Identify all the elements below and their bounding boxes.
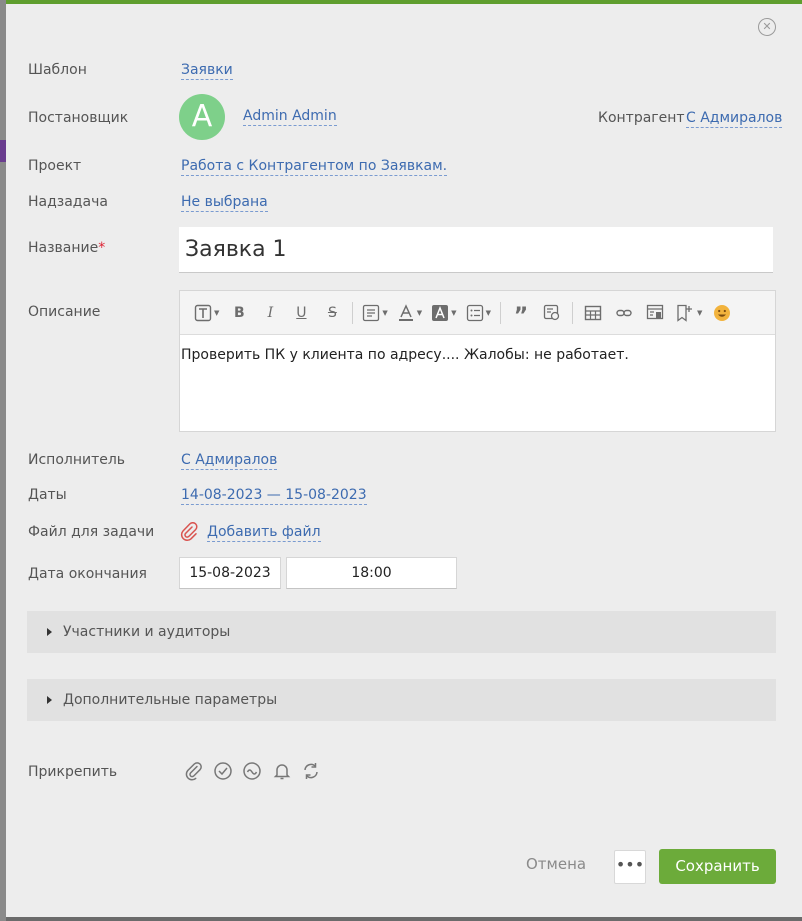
underline-icon: U [296, 304, 307, 321]
table-icon [584, 305, 602, 320]
title-label: Название* [28, 240, 106, 256]
italic-icon: I [267, 304, 274, 321]
background-color-button[interactable]: ▼ [431, 301, 457, 325]
executor-label: Исполнитель [28, 452, 126, 468]
dates-label: Даты [28, 487, 67, 503]
list-button[interactable]: ▼ [466, 301, 491, 325]
required-marker: * [98, 240, 106, 256]
bold-icon: B [234, 304, 245, 321]
toolbar-divider [352, 301, 354, 324]
font-color-icon [398, 303, 413, 321]
cancel-button[interactable]: Отмена [526, 855, 586, 873]
list-icon [466, 304, 483, 321]
media-icon [646, 304, 664, 319]
description-editor: ▼ B I U S ▼ ▼ ▼ ▼ ” ▼ Проверить ПК у кли… [179, 290, 776, 432]
file-label: Файл для задачи [28, 524, 155, 540]
timer-icon[interactable] [242, 761, 262, 781]
bold-button[interactable]: B [228, 301, 250, 325]
link-button[interactable] [613, 301, 635, 325]
underline-button[interactable]: U [290, 301, 312, 325]
assigner-label: Постановщик [28, 110, 129, 126]
attach-label: Прикрепить [28, 764, 118, 780]
template-link[interactable]: Заявки [181, 62, 233, 80]
end-date-input[interactable] [179, 557, 281, 589]
bell-icon[interactable] [272, 761, 292, 781]
code-icon [543, 304, 560, 320]
expand-triangle-icon [47, 696, 52, 704]
extra-params-section-label: Дополнительные параметры [63, 692, 278, 708]
avatar[interactable]: A [179, 94, 225, 140]
description-text[interactable]: Проверить ПК у клиента по адресу.... Жал… [180, 335, 775, 363]
end-time-input[interactable] [286, 557, 457, 589]
contractor-link[interactable]: С Адмиралов [686, 110, 783, 128]
code-button[interactable] [541, 301, 563, 325]
toolbar-divider [499, 301, 501, 324]
strikethrough-icon: S [327, 304, 337, 321]
task-form-modal: ✕ Шаблон Заявки Постановщик A Admin Admi… [6, 4, 802, 917]
add-file-link[interactable]: Добавить файл [207, 524, 321, 542]
italic-button[interactable]: I [259, 301, 281, 325]
paragraph-icon [363, 304, 380, 321]
more-options-button[interactable]: ••• [614, 850, 646, 884]
paperclip-icon[interactable] [180, 522, 198, 542]
text-style-icon [194, 304, 212, 321]
strikethrough-button[interactable]: S [321, 301, 343, 325]
background-color-icon [432, 304, 449, 321]
save-button[interactable]: Сохранить [659, 849, 776, 884]
checklist-icon[interactable] [213, 761, 233, 781]
title-input[interactable] [179, 227, 773, 273]
project-link[interactable]: Работа с Контрагентом по Заявкам. [181, 158, 448, 176]
editor-toolbar: ▼ B I U S ▼ ▼ ▼ ▼ ” ▼ [180, 291, 775, 335]
repeat-icon[interactable] [301, 761, 321, 781]
bookmark-button[interactable]: ▼ [675, 301, 702, 325]
dates-link[interactable]: 14-08-2023 — 15-08-2023 [181, 487, 367, 505]
executor-link[interactable]: С Адмиралов [181, 452, 278, 470]
expand-triangle-icon [47, 628, 52, 636]
table-button[interactable] [582, 301, 604, 325]
template-label: Шаблон [28, 62, 87, 78]
contractor-label: Контрагент [598, 110, 685, 126]
paragraph-button[interactable]: ▼ [362, 301, 388, 325]
assigner-link[interactable]: Admin Admin [243, 108, 337, 126]
quote-button[interactable]: ” [510, 301, 532, 329]
end-date-label: Дата окончания [28, 566, 147, 582]
media-button[interactable] [644, 301, 666, 325]
emoji-button[interactable] [711, 301, 733, 325]
participants-section-label: Участники и аудиторы [63, 624, 231, 640]
project-label: Проект [28, 158, 82, 174]
link-icon [616, 309, 632, 316]
attach-file-icon[interactable] [184, 761, 204, 781]
bookmark-add-icon [677, 304, 692, 322]
parent-task-label: Надзадача [28, 194, 108, 210]
font-color-button[interactable]: ▼ [397, 301, 422, 325]
description-label: Описание [28, 304, 101, 320]
quote-icon: ” [513, 303, 529, 329]
extra-params-section[interactable]: Дополнительные параметры [27, 679, 776, 721]
smile-icon [714, 304, 731, 321]
text-style-button[interactable]: ▼ [194, 301, 219, 325]
parent-task-link[interactable]: Не выбрана [181, 194, 268, 212]
close-icon[interactable]: ✕ [758, 18, 776, 36]
participants-section[interactable]: Участники и аудиторы [27, 611, 776, 653]
toolbar-divider [571, 301, 573, 324]
